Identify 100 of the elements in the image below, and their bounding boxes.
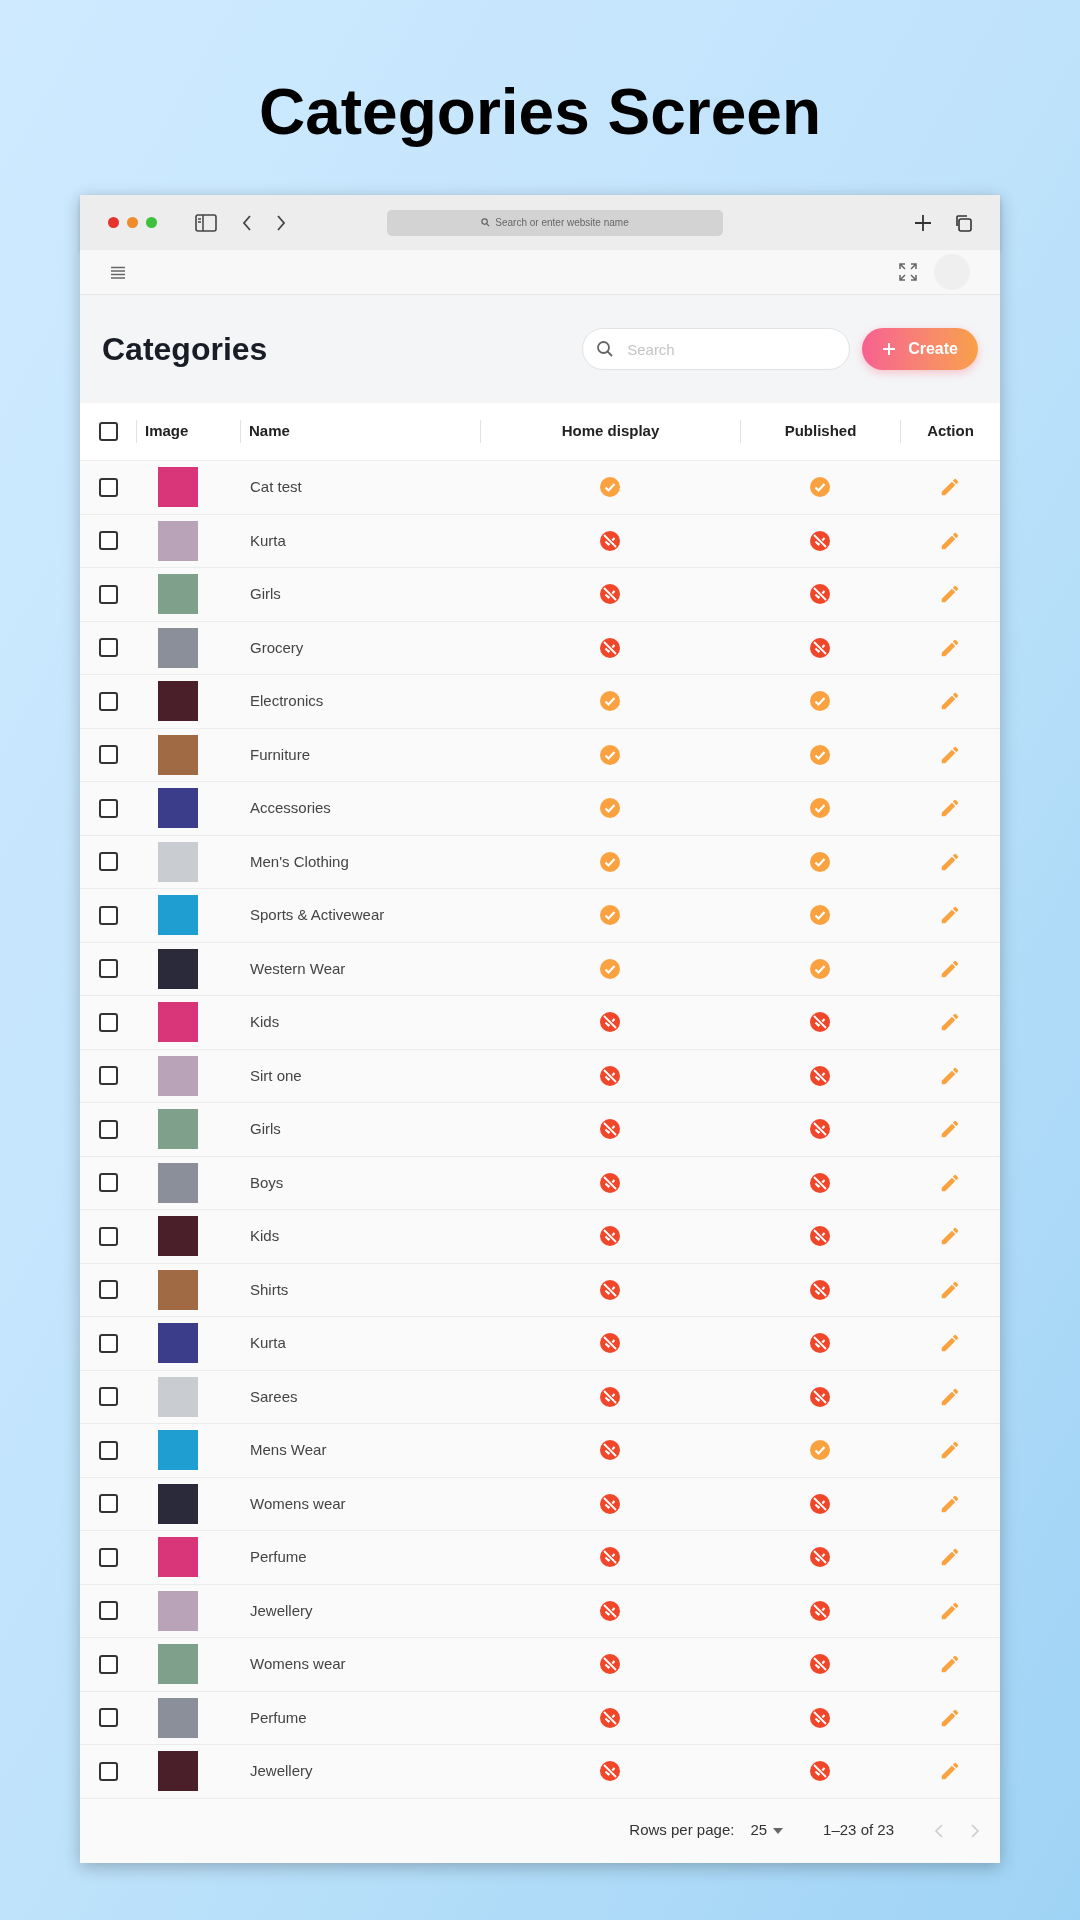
photo-placeholder [158,1002,198,1043]
page-title: Categories [102,330,268,369]
category-name: Perfume [250,1708,307,1726]
photo-placeholder [158,841,198,882]
photo-placeholder [158,1430,198,1471]
photo-placeholder [158,1216,198,1257]
checkbox[interactable] [98,1761,118,1781]
photo-placeholder [158,788,198,829]
checkbox[interactable] [98,1066,118,1086]
checkbox[interactable] [98,1173,118,1193]
category-name: Sarees [250,1387,298,1405]
photo-placeholder [158,1376,198,1417]
checkbox[interactable] [98,1119,118,1139]
category-name: Womens wear [250,1655,346,1673]
checkbox[interactable] [98,1547,118,1567]
photo-placeholder [158,574,198,615]
photo-placeholder [158,1537,198,1578]
photo-placeholder [158,1590,198,1631]
photo-placeholder [158,1162,198,1203]
photo-placeholder [158,1323,198,1364]
search-icon [596,340,615,358]
headline: Categories Screen [259,75,821,150]
photo-placeholder [158,627,198,668]
checkbox[interactable] [98,1226,118,1246]
photo-placeholder [158,895,198,936]
column-header[interactable]: Name [249,422,290,440]
photo-placeholder [158,1109,198,1150]
category-name: Sirt one [250,1066,302,1084]
checkbox[interactable] [98,477,118,497]
category-name: Sports & Activewear [250,906,385,924]
checkbox[interactable] [98,1601,118,1621]
checkbox[interactable] [98,638,118,658]
menu-icon[interactable] [110,265,126,279]
category-name: Kids [250,1227,280,1245]
photo-placeholder [158,948,198,989]
checkbox[interactable] [98,691,118,711]
address-placeholder: Search or enter website name [495,216,629,230]
category-name: Womens wear [250,1494,346,1512]
category-name: Men's Clothing [250,852,349,870]
sidebar-icon[interactable] [195,213,217,232]
category-name: Cat test [250,478,302,496]
checkbox[interactable] [98,745,118,765]
category-name: Kids [250,1013,280,1031]
checkbox[interactable] [98,1654,118,1674]
checkbox[interactable] [98,905,118,925]
checkbox[interactable] [98,1012,118,1032]
category-name: Western Wear [250,959,346,977]
photo-placeholder [158,1483,198,1524]
photo-placeholder [158,681,198,722]
category-name: Jewellery [250,1762,313,1780]
checkbox[interactable] [98,584,118,604]
category-name: Girls [250,585,281,603]
column-header[interactable]: Home display [561,422,660,440]
photo-placeholder [158,1055,198,1096]
photo-placeholder [158,1644,198,1685]
photo-placeholder [158,1697,198,1738]
column-header[interactable]: Image [145,422,189,440]
fullscreen-icon[interactable] [898,262,918,282]
checkbox[interactable] [98,531,118,551]
category-name: Shirts [250,1280,289,1298]
category-name: Perfume [250,1548,307,1566]
forward-icon[interactable] [275,213,287,232]
category-name: Furniture [250,745,311,763]
column-header[interactable]: Action [927,422,974,440]
checkbox[interactable] [98,852,118,872]
rows-per-page-select[interactable]: 25 [750,1819,784,1842]
checkbox[interactable] [98,1280,118,1300]
checkbox[interactable] [98,959,118,979]
checkbox[interactable] [98,422,118,441]
category-name: Kurta [250,531,286,549]
photo-placeholder [158,734,198,775]
photo-placeholder [158,1751,198,1792]
category-name: Electronics [250,692,324,710]
plus-icon [882,342,897,356]
page-range: 1–23 of 23 [823,1820,894,1841]
photo-placeholder [158,520,198,561]
checkbox[interactable] [98,1494,118,1514]
category-name: Kurta [250,1334,286,1352]
category-name: Accessories [250,799,331,817]
back-icon[interactable] [241,213,253,232]
column-header[interactable]: Published [784,422,857,440]
category-name: Jewellery [250,1601,313,1619]
search-field[interactable]: Search [582,328,851,370]
category-name: Girls [250,1120,281,1138]
checkbox[interactable] [98,798,118,818]
checkbox[interactable] [98,1708,118,1728]
category-name: Boys [250,1173,284,1191]
checkbox[interactable] [98,1387,118,1407]
photo-placeholder [158,1269,198,1310]
caret-icon [773,1827,784,1834]
address-bar[interactable]: Search or enter website name [387,209,723,236]
photo-placeholder [158,467,198,508]
rows-per-page-label: Rows per page: [629,1820,735,1841]
category-name: Grocery [250,638,304,656]
checkbox[interactable] [98,1440,118,1460]
checkbox[interactable] [98,1333,118,1353]
tabs-icon[interactable] [954,213,972,232]
plus-icon[interactable] [914,213,932,232]
category-name: Mens Wear [250,1441,327,1459]
search-icon [481,218,491,227]
